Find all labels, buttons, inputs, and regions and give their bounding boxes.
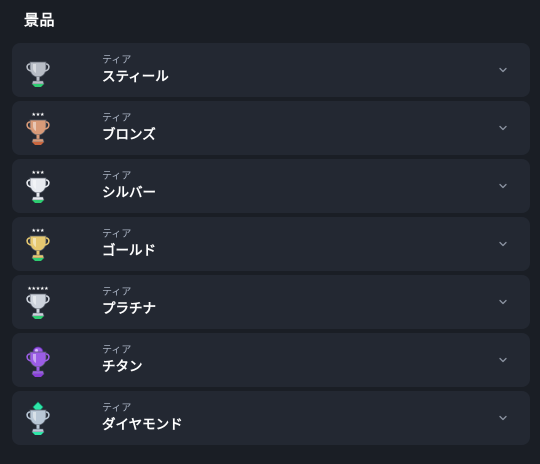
- tier-row-platinum[interactable]: ★ ★ ★ ★ ★ ティア プラチナ: [12, 275, 530, 329]
- diamond-trophy-icon: [22, 401, 54, 437]
- tier-row-gold[interactable]: ★ ★ ★ ティア ゴールド: [12, 217, 530, 271]
- tier-row-titanium[interactable]: ティア チタン: [12, 333, 530, 387]
- tier-caption: ティア: [102, 229, 132, 240]
- chevron-down-icon[interactable]: [498, 65, 508, 75]
- tier-label-wrap: ティア ダイヤモンド: [102, 403, 183, 434]
- tier-name: プラチナ: [102, 301, 156, 317]
- tier-row-bronze[interactable]: ★ ★ ★ ティア ブロンズ: [12, 101, 530, 155]
- gold-trophy-icon: ★ ★ ★: [22, 227, 54, 263]
- tier-label-wrap: ティア プラチナ: [102, 287, 156, 318]
- prizes-panel: 景品 ティア スティール ★ ★ ★ ティア ブロンズ ★ ★ ★ ティア シル…: [0, 0, 540, 464]
- chevron-down-icon[interactable]: [498, 123, 508, 133]
- chevron-down-icon[interactable]: [498, 355, 508, 365]
- tier-caption: ティア: [102, 113, 132, 124]
- tier-row-silver[interactable]: ★ ★ ★ ティア シルバー: [12, 159, 530, 213]
- tier-caption: ティア: [102, 171, 132, 182]
- tier-name: シルバー: [102, 185, 156, 201]
- tier-caption: ティア: [102, 345, 132, 356]
- bronze-trophy-icon: ★ ★ ★: [22, 111, 54, 147]
- tier-caption: ティア: [102, 55, 132, 66]
- chevron-down-icon[interactable]: [498, 181, 508, 191]
- titanium-trophy-icon: [22, 343, 54, 379]
- tier-label-wrap: ティア チタン: [102, 345, 143, 376]
- tier-label-wrap: ティア ゴールド: [102, 229, 156, 260]
- svg-text:★: ★: [40, 170, 45, 176]
- silver-trophy-icon: ★ ★ ★: [22, 169, 54, 205]
- svg-text:★: ★: [40, 112, 45, 118]
- svg-text:★: ★: [40, 228, 45, 234]
- steel-trophy-icon: [22, 53, 54, 89]
- chevron-down-icon[interactable]: [498, 413, 508, 423]
- tier-name: スティール: [102, 69, 169, 85]
- tier-name: ブロンズ: [102, 127, 156, 143]
- tier-label-wrap: ティア ブロンズ: [102, 113, 156, 144]
- chevron-down-icon[interactable]: [498, 297, 508, 307]
- chevron-down-icon[interactable]: [498, 239, 508, 249]
- platinum-trophy-icon: ★ ★ ★ ★ ★: [22, 285, 54, 321]
- svg-text:★: ★: [44, 286, 49, 292]
- tier-caption: ティア: [102, 287, 132, 298]
- tier-label-wrap: ティア シルバー: [102, 171, 156, 202]
- tier-caption: ティア: [102, 403, 132, 414]
- tier-name: ゴールド: [102, 243, 156, 259]
- tier-row-steel[interactable]: ティア スティール: [12, 43, 530, 97]
- tier-row-diamond[interactable]: ティア ダイヤモンド: [12, 391, 530, 445]
- page-title: 景品: [24, 11, 56, 29]
- tier-name: ダイヤモンド: [102, 417, 183, 433]
- tier-list: ティア スティール ★ ★ ★ ティア ブロンズ ★ ★ ★ ティア シルバー …: [12, 43, 530, 449]
- tier-name: チタン: [102, 359, 143, 375]
- tier-label-wrap: ティア スティール: [102, 55, 169, 86]
